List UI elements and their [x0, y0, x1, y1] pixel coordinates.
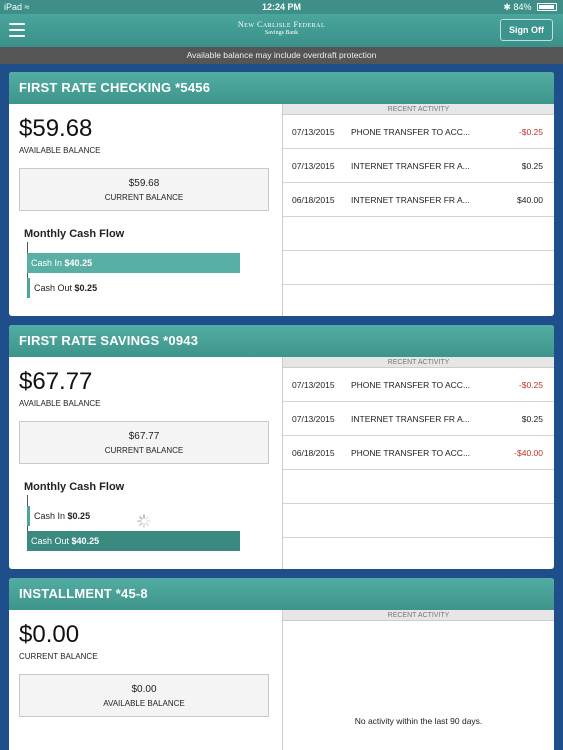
available-balance-label: AVAILABLE BALANCE	[103, 699, 185, 708]
activity-row[interactable]: 06/18/2015 INTERNET TRANSFER FR A... $40…	[283, 183, 554, 217]
nav-bar: New Carlisle Federal Savings Bank Sign O…	[0, 14, 563, 47]
account-card-savings: FIRST RATE SAVINGS *0943 $67.77 AVAILABL…	[9, 325, 554, 569]
activity-description: PHONE TRANSFER TO ACC...	[351, 448, 471, 458]
loading-spinner-icon	[137, 514, 151, 528]
available-balance-amount: $67.77	[19, 368, 93, 395]
activity-date: 07/13/2015	[292, 161, 335, 171]
cash-out-bar	[27, 278, 30, 298]
cash-out-value: $0.25	[74, 283, 98, 293]
available-balance-amount: $59.68	[19, 115, 93, 142]
clock: 12:24 PM	[261, 2, 302, 12]
cash-flow-title: Monthly Cash Flow	[24, 481, 125, 493]
cash-in-row: Cash In $0.25	[27, 506, 147, 526]
battery-percent: 84%	[513, 2, 532, 12]
cash-flow-title: Monthly Cash Flow	[24, 228, 125, 240]
empty-row	[283, 470, 554, 504]
account-title[interactable]: FIRST RATE CHECKING *5456	[9, 72, 554, 104]
available-balance-label: AVAILABLE BALANCE	[19, 399, 101, 408]
recent-activity-pane: RECENT ACTIVITY 07/13/2015 PHONE TRANSFE…	[282, 357, 554, 569]
activity-amount: $0.25	[521, 161, 543, 171]
empty-row	[283, 504, 554, 538]
activity-date: 06/18/2015	[292, 195, 335, 205]
activity-row[interactable]: 07/13/2015 INTERNET TRANSFER FR A... $0.…	[283, 402, 554, 436]
cash-in-row: Cash In $40.25	[27, 253, 240, 273]
cash-out-row: Cash Out $0.25	[27, 278, 147, 298]
current-balance-amount: $0.00	[19, 621, 80, 648]
empty-row	[283, 285, 554, 316]
available-balance-box: $0.00 AVAILABLE BALANCE	[19, 674, 269, 717]
cash-in-bar	[27, 506, 30, 526]
balance-pane: $59.68 AVAILABLE BALANCE $59.68 CURRENT …	[9, 104, 281, 316]
recent-activity-header: RECENT ACTIVITY	[283, 357, 554, 368]
brand-name: New Carlisle Federal	[237, 20, 326, 29]
activity-description: PHONE TRANSFER TO ACC...	[351, 127, 471, 137]
activity-description: INTERNET TRANSFER FR A...	[351, 414, 470, 424]
activity-row[interactable]: 07/13/2015 PHONE TRANSFER TO ACC... -$0.…	[283, 115, 554, 149]
empty-row	[283, 217, 554, 251]
activity-amount: -$40.00	[514, 448, 543, 458]
sign-off-button[interactable]: Sign Off	[500, 19, 553, 41]
overdraft-notice: Available balance may include overdraft …	[0, 47, 563, 64]
balance-pane: $67.77 AVAILABLE BALANCE $67.77 CURRENT …	[9, 357, 281, 569]
account-card-installment: INSTALLMENT *45-8 $0.00 CURRENT BALANCE …	[9, 578, 554, 750]
cash-in-value: $40.25	[64, 258, 93, 268]
empty-row	[283, 538, 554, 569]
activity-amount: $0.25	[521, 414, 543, 424]
current-balance-label: CURRENT BALANCE	[19, 652, 98, 661]
recent-activity-pane: RECENT ACTIVITY 07/13/2015 PHONE TRANSFE…	[282, 104, 554, 316]
current-balance-amount: $67.77	[128, 431, 160, 442]
bluetooth-icon: ✱	[503, 2, 511, 12]
activity-amount: $40.00	[517, 195, 543, 205]
cash-out-label: Cash Out	[34, 283, 73, 293]
brand-logo: New Carlisle Federal Savings Bank	[0, 20, 563, 37]
current-balance-label: CURRENT BALANCE	[104, 193, 184, 202]
recent-activity-header: RECENT ACTIVITY	[283, 104, 554, 115]
cash-out-label: Cash Out	[31, 536, 70, 546]
account-title[interactable]: INSTALLMENT *45-8	[9, 578, 554, 610]
cash-out-bar: Cash Out $40.25	[27, 531, 240, 551]
activity-row[interactable]: 07/13/2015 INTERNET TRANSFER FR A... $0.…	[283, 149, 554, 183]
activity-amount: -$0.25	[518, 127, 543, 137]
cash-out-text: Cash Out $0.25	[34, 278, 97, 298]
activity-date: 07/13/2015	[292, 380, 335, 390]
account-title[interactable]: FIRST RATE SAVINGS *0943	[9, 325, 554, 357]
cash-in-label: Cash In	[34, 511, 66, 521]
battery-icon	[537, 3, 557, 11]
battery-status: ✱ 84%	[503, 2, 557, 13]
status-bar: iPad ≈ 12:24 PM ✱ 84%	[0, 0, 563, 14]
available-balance-amount: $0.00	[131, 684, 157, 695]
brand-subtitle: Savings Bank	[264, 30, 299, 36]
current-balance-box: $67.77 CURRENT BALANCE	[19, 421, 269, 464]
activity-description: PHONE TRANSFER TO ACC...	[351, 380, 471, 390]
no-activity-message: No activity within the last 90 days.	[354, 716, 483, 726]
balance-pane: $0.00 CURRENT BALANCE $0.00 AVAILABLE BA…	[9, 610, 281, 750]
cash-in-text: Cash In $0.25	[34, 506, 90, 526]
activity-description: INTERNET TRANSFER FR A...	[351, 195, 470, 205]
activity-row[interactable]: 06/18/2015 PHONE TRANSFER TO ACC... -$40…	[283, 436, 554, 470]
recent-activity-header: RECENT ACTIVITY	[283, 610, 554, 621]
activity-row[interactable]: 07/13/2015 PHONE TRANSFER TO ACC... -$0.…	[283, 368, 554, 402]
cash-out-value: $40.25	[71, 536, 100, 546]
cash-out-row: Cash Out $40.25	[27, 531, 240, 551]
activity-amount: -$0.25	[518, 380, 543, 390]
activity-date: 07/13/2015	[292, 127, 335, 137]
activity-description: INTERNET TRANSFER FR A...	[351, 161, 470, 171]
activity-date: 06/18/2015	[292, 448, 335, 458]
empty-row	[283, 251, 554, 285]
current-balance-label: CURRENT BALANCE	[104, 446, 184, 455]
available-balance-label: AVAILABLE BALANCE	[19, 146, 101, 155]
cash-in-value: $0.25	[67, 511, 91, 521]
current-balance-amount: $59.68	[128, 178, 160, 189]
cash-in-label: Cash In	[31, 258, 63, 268]
account-card-checking: FIRST RATE CHECKING *5456 $59.68 AVAILAB…	[9, 72, 554, 316]
activity-date: 07/13/2015	[292, 414, 335, 424]
current-balance-box: $59.68 CURRENT BALANCE	[19, 168, 269, 211]
recent-activity-pane: RECENT ACTIVITY No activity within the l…	[282, 610, 554, 750]
cash-in-bar: Cash In $40.25	[27, 253, 240, 273]
